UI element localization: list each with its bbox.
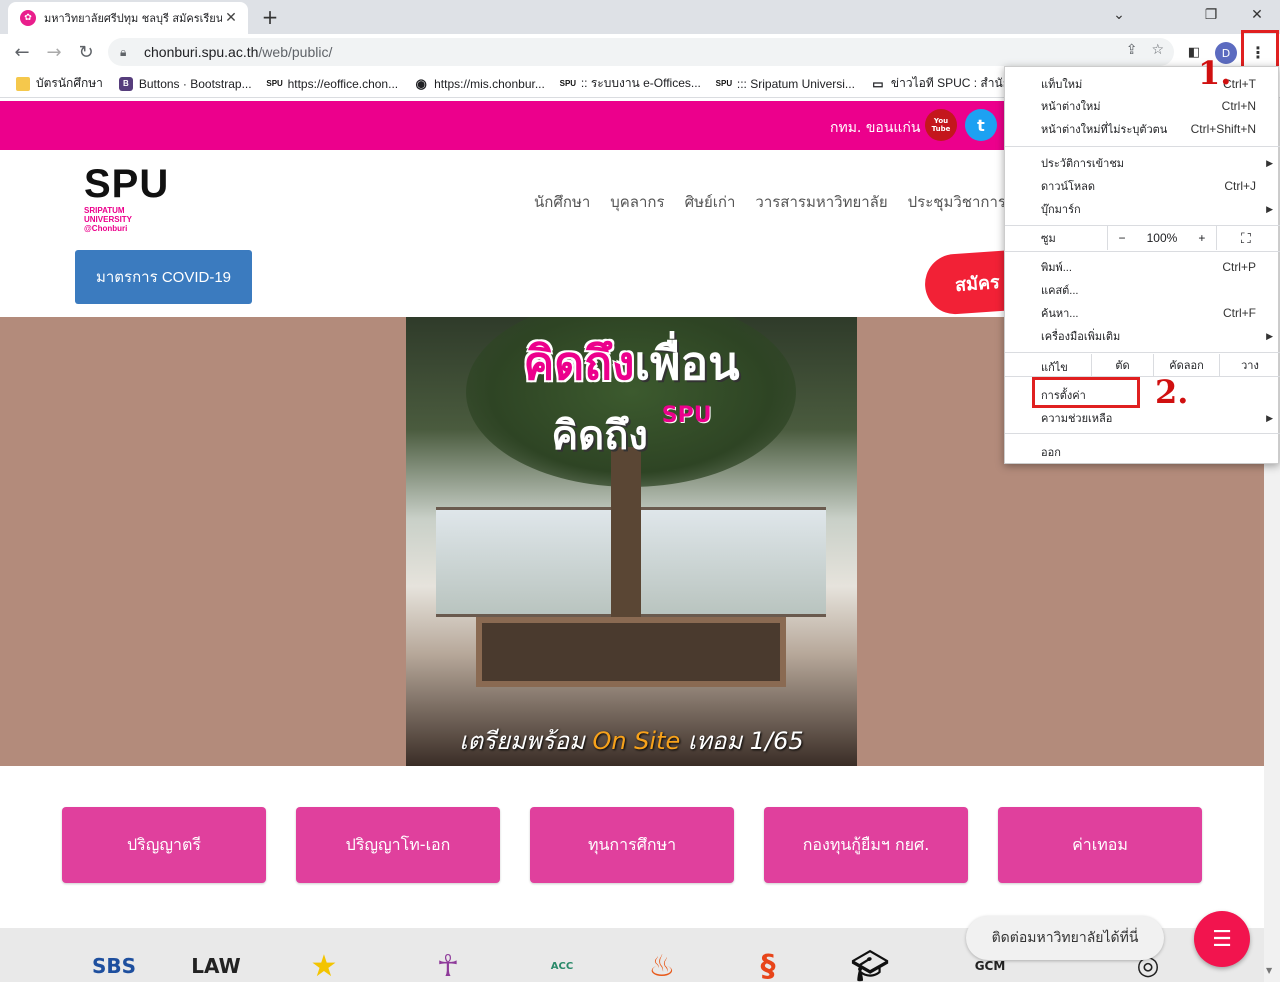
menu-item-bookmarks[interactable]: บุ๊กมาร์ก ▶ [1005,198,1280,220]
globe-icon: ◉ [415,75,427,91]
close-window-icon[interactable]: ✕ [1234,0,1280,30]
submenu-arrow-icon: ▶ [1266,412,1273,423]
restore-window-icon[interactable]: ❐ [1188,0,1234,30]
menu-item-exit[interactable]: ออก [1005,441,1280,463]
folder-icon [16,76,30,91]
card-student-loan[interactable]: กองทุนกู้ยืมฯ กยศ. [764,807,968,883]
submenu-arrow-icon: ▶ [1266,203,1273,214]
bookmark-item[interactable]: ▭ ข่าวไอที SPUC : สำนัก... [871,74,1020,93]
flame-logo-icon[interactable]: ♨ [632,944,692,982]
tab-strip: ✿ มหาวิทยาลัยศรีปทุม ชลบุรี สมัครเรียน ป… [0,0,1280,34]
scroll-down-icon[interactable]: ▼ [1266,966,1272,975]
fullscreen-icon[interactable]: ⛶ [1241,230,1251,247]
card-graduate[interactable]: ปริญญาโท-เอก [296,807,500,883]
card-bachelor[interactable]: ปริญญาตรี [62,807,266,883]
sbs-logo[interactable]: SBS [84,944,144,982]
star-logo-icon[interactable]: ★ [294,944,354,982]
menu-item-downloads[interactable]: ดาวน์โหลด Ctrl+J [1005,175,1280,197]
bookmark-item[interactable]: ◉ https://mis.chonbur... [414,75,544,91]
step1-highlight [1241,30,1279,70]
menu-item-help[interactable]: ความช่วยเหลือ ▶ [1005,407,1280,429]
menu-item-incognito[interactable]: หน้าต่างใหม่ที่ไม่ระบุตัวตน Ctrl+Shift+N [1005,118,1280,140]
figure-logo-icon[interactable]: ☥ [418,944,478,982]
chat-icon[interactable]: ☰ [1194,911,1250,967]
main-nav: นักศึกษา บุคลากร ศิษย์เก่า วารสารมหาวิทย… [534,190,1006,214]
card-scholarship[interactable]: ทุนการศึกษา [530,807,734,883]
monitor-icon: ▭ [872,76,884,91]
bookmark-item[interactable]: บัตรนักศึกษา [16,74,103,93]
bookmark-item[interactable]: SPU::: Sripatum Universi... [715,77,855,91]
step1-label: 1. [1198,54,1232,92]
reload-icon[interactable]: ↻ [74,40,98,64]
nav-item-students[interactable]: นักศึกษา [534,190,590,214]
campus-links[interactable]: กทม. ขอนแก่น [830,117,920,139]
share-icon[interactable]: ⇪ [1126,42,1138,58]
submenu-arrow-icon: ▶ [1266,157,1273,168]
lock-icon: 🔒︎ [120,44,127,59]
zoom-out-button[interactable]: − [1119,231,1126,245]
card-tuition[interactable]: ค่าเทอม [998,807,1202,883]
zoom-in-button[interactable]: + [1198,231,1205,245]
tab-search-icon[interactable]: ⌄ [1096,0,1142,30]
menu-edit-row: แก้ไข ตัด คัดลอก วาง [1005,354,1280,376]
spu-icon: SPU [715,79,733,88]
url-text: chonburi.spu.ac.th/web/public/ [144,44,333,60]
bootstrap-icon: B [118,76,133,91]
bookmark-item[interactable]: SPU https://eoffice.chon... [266,77,398,91]
law-logo[interactable]: LAW [186,944,246,982]
nav-item-journal[interactable]: วารสารมหาวิทยาลัย [755,190,887,214]
twitter-icon[interactable]: t [965,109,997,141]
spu-icon: SPU [559,79,577,88]
back-arrow-icon[interactable]: ← [10,40,34,64]
s-logo-icon[interactable]: § [738,944,798,982]
spu-favicon-icon: ✿ [20,10,36,26]
new-tab-button[interactable]: + [258,5,282,29]
hero-subheadline: คิดถึง SPU [551,403,712,459]
hero-headline: คิดถึงเพื่อน [523,336,740,390]
bookmark-item[interactable]: SPU:: ระบบงาน e-Offices... [559,74,701,93]
menu-item-find[interactable]: ค้นหา... Ctrl+F [1005,302,1280,324]
graduation-cap-icon[interactable]: 🎓︎ [840,944,900,982]
address-bar[interactable]: 🔒︎ chonburi.spu.ac.th/web/public/ ⇪ ☆ [108,38,1174,66]
menu-cut-button[interactable]: ตัด [1091,354,1153,376]
menu-item-new-window[interactable]: หน้าต่างใหม่ Ctrl+N [1005,95,1280,117]
nav-item-alumni[interactable]: ศิษย์เก่า [685,190,736,214]
submenu-arrow-icon: ▶ [1266,330,1273,341]
step2-highlight [1032,377,1140,408]
menu-item-cast[interactable]: แคสต์... [1005,279,1280,301]
hero-image[interactable]: คิดถึงเพื่อน คิดถึง SPU เตรียมพร้อม On S… [406,317,857,766]
menu-zoom-row: ซูม − 100% + ⛶ [1005,226,1280,250]
zoom-level: 100% [1146,231,1178,245]
menu-item-print[interactable]: พิมพ์... Ctrl+P [1005,256,1280,278]
chat-prompt[interactable]: ติดต่อมหาวิทยาลัยได้ที่นี่ [966,916,1164,960]
covid-measures-button[interactable]: มาตรการ COVID-19 [75,250,252,304]
acc-logo[interactable]: ACC [532,944,592,982]
quick-links: ปริญญาตรี ปริญญาโท-เอก ทุนการศึกษา กองทุ… [62,807,1202,883]
hero-caption: เตรียมพร้อม On Site เทอม 1/65 [459,727,804,755]
menu-item-new-tab[interactable]: แท็บใหม่ Ctrl+T [1005,73,1280,95]
bookmark-star-icon[interactable]: ☆ [1151,42,1164,58]
browser-tab[interactable]: ✿ มหาวิทยาลัยศรีปทุม ชลบุรี สมัครเรียน ป… [8,2,248,34]
menu-paste-button[interactable]: วาง [1219,354,1280,376]
bookmark-item[interactable]: B Buttons · Bootstrap... [118,76,252,91]
step2-label: 2. [1155,373,1189,411]
tab-close-icon[interactable]: ✕ [222,9,240,27]
menu-item-history[interactable]: ประวัติการเข้าชม ▶ [1005,152,1280,174]
menu-item-more-tools[interactable]: เครื่องมือเพิ่มเติม ▶ [1005,325,1280,347]
spu-logo[interactable]: SPU SRIPATUM UNIVERSITY @Chonburi [84,164,169,233]
youtube-icon[interactable]: You Tube [925,109,957,141]
browser-toolbar: ← → ↻ 🔒︎ chonburi.spu.ac.th/web/public/ … [0,34,1280,70]
spu-icon: SPU [266,79,283,88]
tab-title: มหาวิทยาลัยศรีปทุม ชลบุรี สมัครเรียน ป [44,12,222,25]
nav-item-staff[interactable]: บุคลากร [610,190,664,214]
forward-arrow-icon[interactable]: → [42,40,66,64]
nav-item-conference[interactable]: ประชุมวิชาการ [908,190,1006,214]
